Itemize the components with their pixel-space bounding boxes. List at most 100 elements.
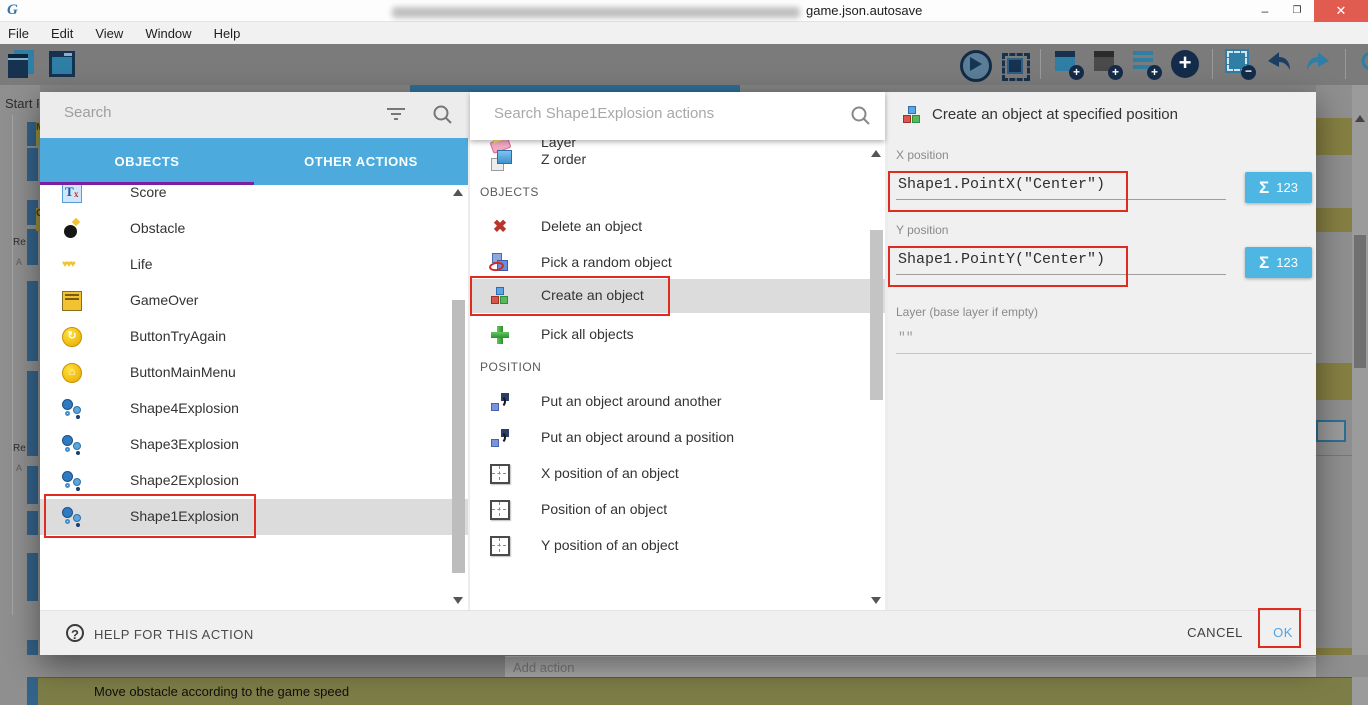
undo-icon[interactable] bbox=[1263, 48, 1295, 80]
tab-other-actions[interactable]: OTHER ACTIONS bbox=[254, 138, 468, 185]
background-field-fragment bbox=[1316, 420, 1346, 442]
action-item-delete[interactable]: ✖ Delete an object bbox=[470, 210, 885, 244]
list-item-score[interactable]: Tx Score bbox=[40, 185, 468, 211]
put-around-position-icon bbox=[490, 428, 510, 448]
retry-button-icon: ↻ bbox=[62, 327, 82, 347]
add-action-row[interactable]: Add action bbox=[505, 656, 1316, 677]
add-special-event-icon[interactable] bbox=[1169, 48, 1201, 80]
section-header-position: POSITION bbox=[480, 360, 780, 376]
comment-text: Move obstacle according to the game spee… bbox=[94, 684, 349, 699]
pick-all-objects-icon bbox=[490, 325, 510, 345]
particles-icon bbox=[62, 435, 82, 455]
scroll-down-arrow[interactable] bbox=[453, 597, 463, 604]
action-item-around-position[interactable]: Put an object around a position bbox=[470, 421, 885, 455]
list-item-life[interactable]: ♥♥♥ Life bbox=[40, 247, 468, 283]
list-item-gameover[interactable]: GameOver bbox=[40, 283, 468, 319]
project-manager-icon[interactable] bbox=[8, 48, 40, 80]
delete-event-icon[interactable]: − bbox=[1224, 48, 1256, 80]
tab-objects[interactable]: OBJECTS bbox=[40, 138, 254, 185]
action-editor-dialog: OBJECTS OTHER ACTIONS Tx Score Obstacle … bbox=[40, 92, 1316, 655]
delete-object-icon: ✖ bbox=[490, 217, 510, 237]
toolbar-separator bbox=[1212, 49, 1213, 79]
y-position-highlight bbox=[888, 246, 1128, 287]
menu-view[interactable]: View bbox=[95, 26, 123, 41]
win-bar bbox=[64, 53, 72, 56]
scroll-up-arrow[interactable] bbox=[1355, 115, 1365, 122]
scrollbar-thumb[interactable] bbox=[452, 300, 465, 573]
sigma-icon: Σ bbox=[1259, 253, 1269, 273]
list-item-buttonmainmenu[interactable]: ⌂ ButtonMainMenu bbox=[40, 355, 468, 391]
open-window-icon[interactable] bbox=[47, 48, 79, 80]
event-bar bbox=[27, 553, 38, 601]
field-label-x: X position bbox=[896, 148, 949, 162]
action-search-input[interactable] bbox=[494, 105, 824, 122]
list-item-obstacle[interactable]: Obstacle bbox=[40, 211, 468, 247]
list-item-shape4explosion[interactable]: Shape4Explosion bbox=[40, 391, 468, 427]
action-item-around-another[interactable]: Put an object around another bbox=[470, 385, 885, 419]
fragment-text: Re bbox=[13, 443, 26, 454]
z-order-icon bbox=[490, 150, 510, 170]
action-item-pick-random[interactable]: Pick a random object bbox=[470, 246, 885, 280]
scroll-up-arrow[interactable] bbox=[871, 150, 881, 157]
left-panel-tabs: OBJECTS OTHER ACTIONS bbox=[40, 138, 468, 185]
put-around-object-icon bbox=[490, 392, 510, 412]
minimize-button[interactable]: – bbox=[1250, 0, 1280, 22]
add-event-icon[interactable]: + bbox=[1052, 48, 1084, 80]
action-detail-panel: Create an object at specified position X… bbox=[888, 92, 1316, 610]
action-item-y-position[interactable]: Y position of an object bbox=[470, 529, 885, 563]
debugger-icon[interactable] bbox=[997, 48, 1029, 80]
scene-tab-start[interactable]: Start P bbox=[5, 96, 39, 111]
restore-button[interactable]: ❐ bbox=[1282, 0, 1312, 22]
action-item-pick-all[interactable]: Pick all objects bbox=[470, 318, 885, 352]
search-icon[interactable] bbox=[1357, 48, 1368, 80]
main-scrollbar[interactable] bbox=[1352, 85, 1368, 705]
action-item-position[interactable]: Position of an object bbox=[470, 493, 885, 527]
expression-editor-button[interactable]: Σ 123 bbox=[1245, 172, 1312, 203]
add-action-label[interactable]: Add action bbox=[513, 660, 574, 675]
scrollbar-thumb[interactable] bbox=[1354, 235, 1366, 368]
close-button[interactable]: ✕ bbox=[1314, 0, 1368, 22]
section-header-objects: OBJECTS bbox=[480, 185, 780, 201]
window-title: game.json.autosave bbox=[806, 3, 922, 18]
add-comment-icon[interactable]: + bbox=[1130, 48, 1162, 80]
comment-event-row[interactable]: Move obstacle according to the game spee… bbox=[38, 677, 1352, 705]
sigma-icon: Σ bbox=[1259, 178, 1269, 198]
add-subevent-icon[interactable]: + bbox=[1091, 48, 1123, 80]
expression-editor-button[interactable]: Σ 123 bbox=[1245, 247, 1312, 278]
fragment-text: A bbox=[16, 257, 22, 267]
scroll-down-arrow[interactable] bbox=[871, 597, 881, 604]
hearts-icon: ♥♥♥ bbox=[62, 255, 82, 275]
search-icon[interactable] bbox=[432, 104, 454, 126]
list-item-buttontryagain[interactable]: ↻ ButtonTryAgain bbox=[40, 319, 468, 355]
particles-icon bbox=[62, 399, 82, 419]
play-icon[interactable] bbox=[958, 48, 990, 80]
object-search-input[interactable] bbox=[64, 104, 364, 121]
row-divider bbox=[1316, 455, 1352, 456]
redo-icon[interactable] bbox=[1302, 48, 1334, 80]
event-bar bbox=[27, 371, 38, 456]
comment-row-fragment bbox=[1316, 208, 1352, 232]
menu-edit[interactable]: Edit bbox=[51, 26, 73, 41]
action-item-zorder[interactable]: Z order bbox=[470, 143, 885, 177]
text-object-icon: Tx bbox=[62, 185, 82, 203]
filter-icon[interactable] bbox=[386, 106, 406, 122]
help-link[interactable]: HELP FOR THIS ACTION bbox=[94, 627, 254, 642]
scrollbar-thumb[interactable] bbox=[870, 230, 883, 400]
menu-help[interactable]: Help bbox=[214, 26, 241, 41]
fragment-text: Re bbox=[13, 237, 26, 248]
help-icon[interactable]: ? bbox=[66, 624, 84, 642]
gdevelop-logo-icon: G bbox=[7, 2, 25, 20]
scroll-up-arrow[interactable] bbox=[453, 189, 463, 196]
selected-tab-top bbox=[410, 85, 740, 92]
search-icon[interactable] bbox=[850, 105, 872, 127]
menu-file[interactable]: File bbox=[8, 26, 29, 41]
list-item-shape3explosion[interactable]: Shape3Explosion bbox=[40, 427, 468, 463]
title-bar: G game.json.autosave – ❐ ✕ bbox=[0, 0, 1368, 22]
action-title: Create an object at specified position bbox=[932, 106, 1178, 123]
cancel-button[interactable]: CANCEL bbox=[1175, 625, 1255, 640]
action-item-x-position[interactable]: X position of an object bbox=[470, 457, 885, 491]
layer-input[interactable]: "" bbox=[896, 328, 1312, 354]
event-bar bbox=[27, 148, 38, 181]
menu-window[interactable]: Window bbox=[145, 26, 191, 41]
menu-bar: File Edit View Window Help bbox=[0, 22, 1368, 44]
